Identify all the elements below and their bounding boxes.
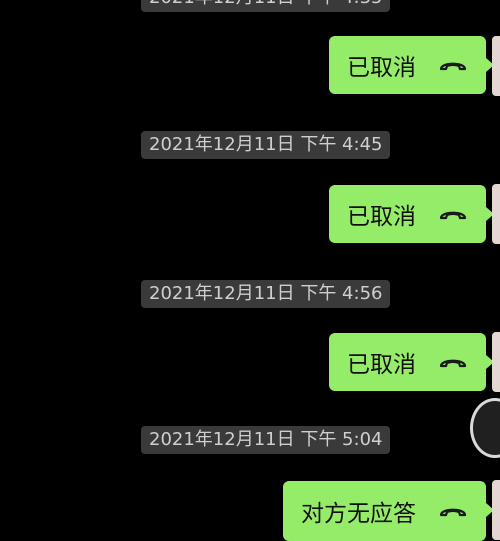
avatar[interactable] (492, 332, 500, 392)
avatar[interactable] (470, 398, 500, 458)
timestamp: 2021年12月11日 下午 4:45 (141, 131, 391, 159)
avatar[interactable] (492, 36, 500, 96)
avatar[interactable] (492, 184, 500, 244)
chat-history: 2021年12月11日 下午 4:35 已取消 2021年12月11日 下午 4… (0, 0, 500, 541)
call-record-bubble[interactable]: 对方无应答 (283, 481, 494, 541)
timestamp: 2021年12月11日 下午 5:04 (141, 426, 391, 454)
call-status-text: 已取消 (347, 352, 416, 378)
timestamp: 2021年12月11日 下午 4:56 (141, 280, 391, 308)
call-record-bubble[interactable]: 已取消 (329, 333, 494, 391)
call-status-text: 已取消 (347, 55, 416, 81)
phone-hangup-icon (439, 62, 467, 71)
call-status-text: 对方无应答 (301, 501, 416, 527)
call-record-bubble[interactable]: 已取消 (329, 36, 494, 94)
phone-hangup-icon (439, 508, 467, 517)
avatar[interactable] (492, 480, 500, 540)
timestamp: 2021年12月11日 下午 4:35 (141, 0, 391, 12)
phone-hangup-icon (439, 359, 467, 368)
phone-hangup-icon (439, 211, 467, 220)
call-record-bubble[interactable]: 已取消 (329, 185, 494, 243)
call-status-text: 已取消 (347, 204, 416, 230)
